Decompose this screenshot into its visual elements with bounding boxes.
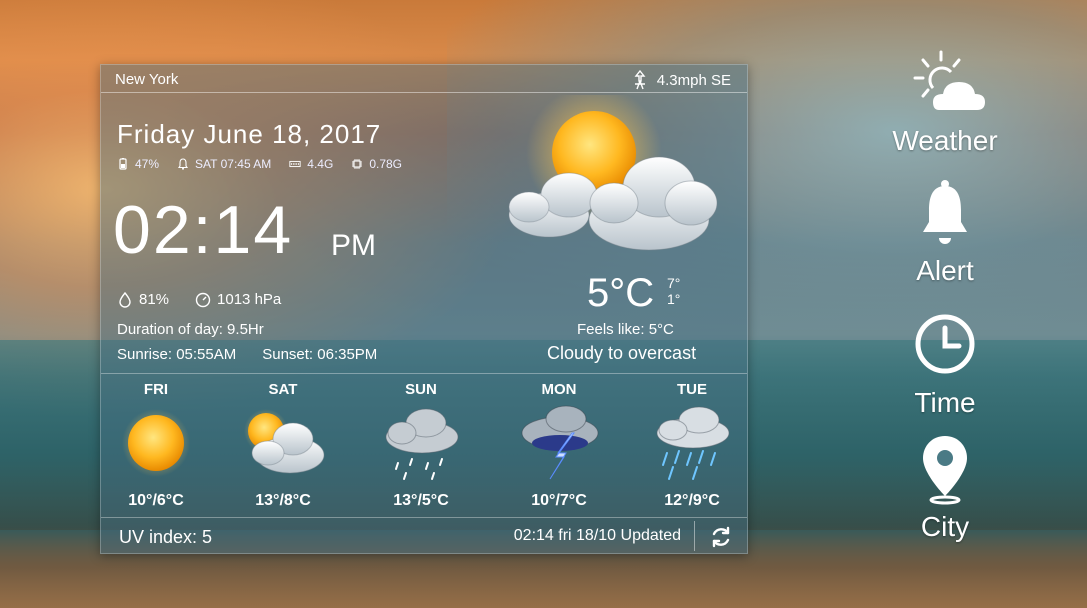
forecast-day-name: MON: [541, 381, 577, 398]
humidity-stat: 81%: [117, 291, 169, 308]
nav-label: Weather: [892, 125, 998, 156]
alarm-stat: SAT 07:45 AM: [177, 157, 271, 171]
low-temp: 1°: [667, 291, 681, 307]
forecast-temp: 13°/5°C: [393, 492, 449, 509]
weather-icon: [913, 50, 985, 110]
sun-times: Sunrise: 05:55AM Sunset: 06:35PM: [117, 346, 377, 363]
sunset-time: Sunset: 06:35PM: [262, 346, 378, 363]
sunrise-time: Sunrise: 05:55AM: [117, 346, 237, 363]
wind-icon: [634, 70, 646, 90]
forecast-temp: 10°/6°C: [128, 492, 184, 509]
date-label: Friday June 18, 2017: [117, 119, 382, 149]
bell-icon: [923, 180, 967, 244]
high-temp: 7°: [667, 275, 681, 291]
divider: [694, 521, 695, 551]
weather-condition: Cloudy to overcast: [547, 343, 697, 363]
feels-like: Feels like: 5°C: [577, 321, 674, 338]
uv-index: UV index: 5: [119, 527, 213, 547]
battery-icon: [119, 158, 127, 170]
forecast-temp: 12°/9°C: [664, 492, 720, 509]
device-stats: 47% SAT 07:45 AM 4.4G 0.78G: [117, 157, 402, 171]
forecast-temp: 10°/7°C: [531, 492, 587, 509]
ram-icon: [289, 160, 301, 168]
nav-city[interactable]: City: [880, 434, 1010, 543]
clock-time[interactable]: 02:14: [113, 195, 293, 265]
last-updated: 02:14 fri 18/10 Updated: [513, 527, 681, 544]
forecast-day-name: SUN: [405, 381, 437, 398]
refresh-icon[interactable]: [709, 525, 733, 549]
partly-cloudy-icon: [244, 409, 325, 474]
city-name[interactable]: New York: [115, 71, 178, 88]
nav-label: Time: [914, 387, 976, 418]
divider: [101, 373, 747, 374]
wind-info: 4.3mph SE: [631, 70, 731, 90]
forecast-day-mon[interactable]: MON 10°/7°C: [504, 379, 614, 510]
forecast-day-name: TUE: [677, 381, 707, 398]
forecast-temp: 13°/8°C: [255, 492, 311, 509]
nav-weather[interactable]: Weather: [880, 48, 1010, 157]
ram-stat: 4.4G: [289, 157, 333, 171]
nav-time[interactable]: Time: [880, 310, 1010, 419]
clock-icon: [915, 314, 975, 374]
forecast-day-tue[interactable]: TUE 12°/9°C: [637, 379, 747, 510]
thunderstorm-icon: [521, 405, 599, 480]
location-pin-icon: [923, 436, 967, 505]
day-duration: Duration of day: 9.5Hr: [117, 321, 264, 338]
nav-alert[interactable]: Alert: [880, 178, 1010, 287]
alarm-bell-icon: [178, 158, 189, 170]
humidity-pressure-row: 81% 1013 hPa: [117, 291, 281, 308]
rain-icon: [656, 406, 730, 480]
forecast-day-name: FRI: [143, 381, 169, 398]
forecast-day-sun[interactable]: SUN 13°/5°C: [366, 379, 476, 510]
forecast-day-name: SAT: [268, 381, 298, 398]
droplet-icon: [119, 291, 131, 308]
high-low: 7° 1°: [667, 275, 680, 307]
pressure-stat: 1013 hPa: [195, 291, 281, 308]
nav-label: City: [920, 511, 970, 542]
sun-behind-cloud-icon[interactable]: [499, 95, 724, 270]
wind-value: 4.3mph SE: [656, 71, 731, 89]
cpu-icon: [352, 159, 363, 169]
cpu-stat: 0.78G: [351, 157, 402, 171]
battery-stat: 47%: [117, 157, 159, 171]
light-rain-icon: [385, 408, 459, 480]
forecast-row: FRI 10°/6°C SAT 13°/8°C SUN 13°/5°C MON …: [101, 379, 747, 511]
nav-label: Alert: [916, 255, 974, 286]
side-navigation: Weather Alert Time City: [880, 48, 1010, 558]
sunny-icon: [122, 409, 190, 477]
weather-widget[interactable]: New York 4.3mph SE Friday June 18, 2017 …: [100, 64, 748, 554]
divider: [101, 517, 747, 518]
forecast-day-sat[interactable]: SAT 13°/8°C: [228, 379, 338, 510]
current-temperature: 5°C: [587, 271, 655, 315]
forecast-day-fri[interactable]: FRI 10°/6°C: [101, 379, 211, 510]
clock-ampm: PM: [331, 229, 376, 262]
widget-header: New York 4.3mph SE: [101, 65, 747, 93]
gauge-icon: [195, 292, 211, 307]
